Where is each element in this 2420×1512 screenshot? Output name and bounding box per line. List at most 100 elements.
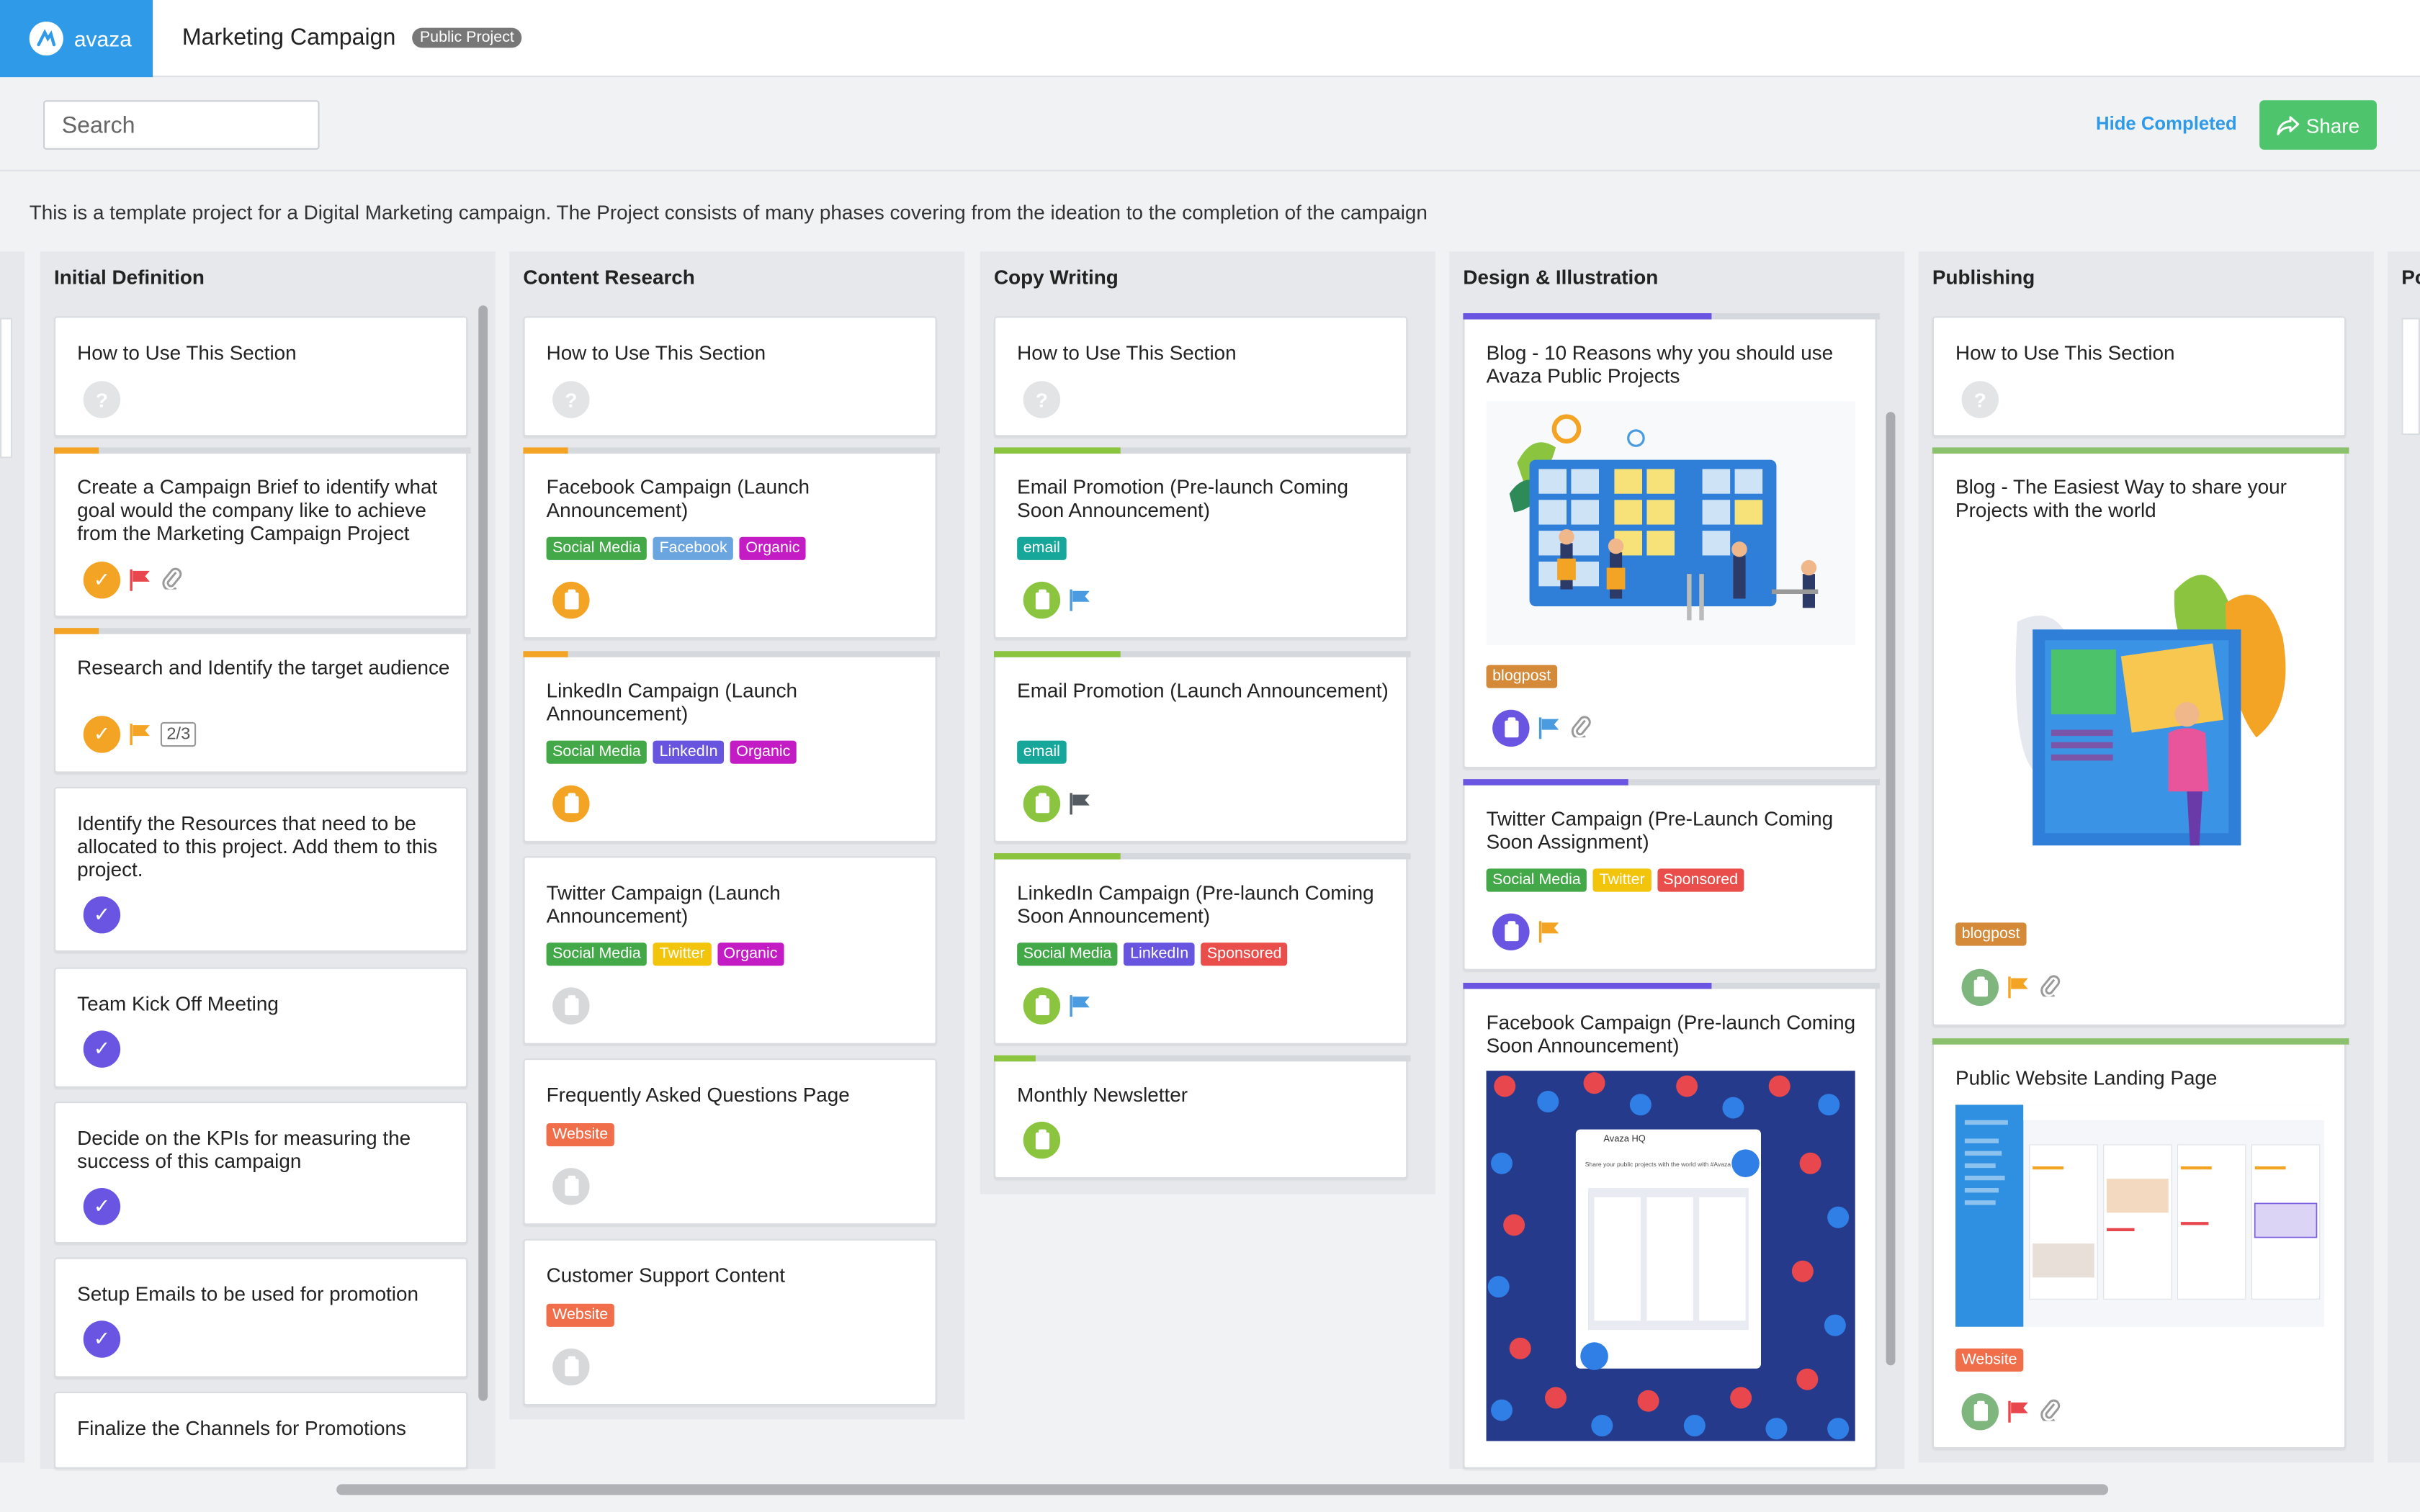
paperclip-icon[interactable]: [2039, 973, 2061, 1002]
task-card[interactable]: Public Website Landing Page Website: [1932, 1038, 2349, 1449]
task-card[interactable]: Twitter Campaign (Pre-Launch Coming Soon…: [1463, 779, 1880, 971]
progress-bar: [994, 1055, 1036, 1062]
check-purple-icon[interactable]: ✓: [83, 896, 121, 934]
horizontal-scrollbar[interactable]: [336, 1484, 2109, 1495]
clipboard-green-icon[interactable]: [1023, 1121, 1061, 1159]
tag-linkedin: LinkedIn: [1124, 942, 1195, 966]
paperclip-icon[interactable]: [161, 566, 182, 594]
task-title: Decide on the KPIs for measuring the suc…: [77, 1126, 411, 1173]
blue-flag-icon[interactable]: [1537, 716, 1561, 740]
task-card[interactable]: Create a Campaign Brief to identify what…: [54, 447, 471, 618]
task-card[interactable]: How to Use This Section ?: [523, 316, 937, 437]
task-title: Facebook Campaign (Launch Announcement): [546, 475, 810, 522]
clipboard-gray-icon[interactable]: [552, 987, 590, 1025]
task-title: Team Kick Off Meeting: [77, 991, 279, 1015]
paperclip-icon[interactable]: [1569, 714, 1591, 742]
task-card[interactable]: Facebook Campaign (Launch Announcement) …: [523, 447, 940, 639]
task-card[interactable]: Finalize the Channels for Promotions: [54, 1391, 468, 1469]
column-content-research: Content Research How to Use This Section…: [509, 251, 965, 1420]
red-flag-icon[interactable]: [2007, 1400, 2031, 1424]
dark-flag-icon[interactable]: [1068, 791, 1093, 816]
task-card[interactable]: How to Use This Section ?: [1932, 316, 2347, 437]
project-title: Marketing Campaign: [182, 24, 396, 51]
task-card[interactable]: Monthly Newsletter: [994, 1055, 1411, 1179]
column-title: Content Research: [523, 265, 695, 289]
orange-flag-icon[interactable]: [1537, 919, 1561, 944]
question-icon[interactable]: ?: [552, 381, 590, 418]
tag-social-media: Social Media: [1017, 942, 1118, 966]
clipboard-purple-icon[interactable]: [1492, 709, 1530, 747]
clipboard-lightgreen-icon[interactable]: [1961, 1392, 1999, 1431]
clipboard-green-icon[interactable]: [1023, 581, 1061, 619]
column-scrollbar[interactable]: [1886, 412, 1896, 1366]
question-icon[interactable]: ?: [1961, 381, 1999, 418]
check-purple-icon[interactable]: ✓: [83, 1320, 121, 1358]
task-card[interactable]: LinkedIn Campaign (Launch Announcement) …: [523, 651, 940, 842]
question-icon[interactable]: ?: [1023, 381, 1061, 418]
clipboard-gray-icon[interactable]: [552, 1348, 590, 1386]
question-icon[interactable]: ?: [83, 381, 121, 418]
check-purple-icon[interactable]: ✓: [83, 1030, 121, 1068]
task-card[interactable]: Twitter Campaign (Launch Announcement) S…: [523, 856, 937, 1045]
progress-bar: [523, 447, 568, 454]
task-title: Twitter Campaign (Pre-Launch Coming Soon…: [1486, 806, 1834, 853]
task-card[interactable]: Facebook Campaign (Pre-launch Coming Soo…: [1463, 983, 1880, 1469]
facebook-reactions-image[interactable]: Avaza HQ Share your public projects with…: [1486, 1071, 1855, 1441]
search-input[interactable]: [43, 100, 320, 150]
column-scrollbar[interactable]: [478, 305, 488, 1401]
column-partial-right: Po: [2388, 251, 2420, 1463]
task-title: Email Promotion (Launch Announcement): [1017, 678, 1389, 702]
blue-flag-icon[interactable]: [1068, 588, 1093, 612]
task-card[interactable]: How to Use This Section ?: [994, 316, 1408, 437]
tag-organic: Organic: [739, 536, 807, 560]
task-card[interactable]: Setup Emails to be used for promotion ✓: [54, 1257, 468, 1378]
tag-social-media: Social Media: [546, 740, 647, 764]
check-purple-icon[interactable]: ✓: [83, 1188, 121, 1225]
tag-twitter: Twitter: [1592, 868, 1652, 892]
red-flag-icon[interactable]: [128, 568, 153, 593]
column-initial-definition: Initial Definition How to Use This Secti…: [40, 251, 496, 1469]
task-card[interactable]: Identify the Resources that need to be a…: [54, 786, 468, 953]
avaza-logo[interactable]: avaza: [0, 0, 153, 78]
paperclip-icon[interactable]: [2039, 1398, 2061, 1426]
task-card[interactable]: LinkedIn Campaign (Pre-launch Coming Soo…: [994, 853, 1411, 1045]
orange-flag-icon[interactable]: [2007, 975, 2031, 999]
column-title: Design & Illustration: [1463, 265, 1659, 289]
app-root: avaza Marketing Campaign Public Project …: [0, 0, 2420, 1512]
check-orange-icon[interactable]: ✓: [83, 562, 121, 599]
share-button[interactable]: Share: [2259, 100, 2377, 150]
task-card[interactable]: Blog - 10 Reasons why you should use Ava…: [1463, 313, 1880, 769]
task-card[interactable]: Decide on the KPIs for measuring the suc…: [54, 1102, 468, 1244]
task-card[interactable]: Team Kick Off Meeting ✓: [54, 967, 468, 1088]
clipboard-green-icon[interactable]: [1023, 785, 1061, 823]
share-icon: [2277, 115, 2300, 135]
progress-bar: [523, 651, 568, 657]
clipboard-purple-icon[interactable]: [1492, 913, 1530, 950]
clipboard-lightgreen-icon[interactable]: [1961, 968, 1999, 1007]
task-card[interactable]: Blog - The Easiest Way to share your Pro…: [1932, 447, 2349, 1026]
tag-sponsored: Sponsored: [1201, 942, 1289, 966]
clipboard-gray-icon[interactable]: [552, 1168, 590, 1205]
clipboard-orange-icon[interactable]: [552, 581, 590, 619]
logo-text: avaza: [73, 26, 132, 51]
tag-email: email: [1017, 536, 1067, 560]
hide-completed-link[interactable]: Hide Completed: [2096, 112, 2237, 134]
blue-flag-icon[interactable]: [1068, 994, 1093, 1018]
task-card[interactable]: Email Promotion (Pre-launch Coming Soon …: [994, 447, 1411, 639]
task-card[interactable]: How to Use This Section ?: [54, 316, 468, 437]
board-person-illustration[interactable]: [1955, 559, 2325, 878]
orange-flag-icon[interactable]: [128, 722, 153, 747]
app-screenshot-image[interactable]: [1955, 1104, 2325, 1327]
kanban-team-illustration[interactable]: [1486, 401, 1855, 645]
clipboard-orange-icon[interactable]: [552, 785, 590, 823]
check-orange-icon[interactable]: ✓: [83, 716, 121, 753]
column-title: Initial Definition: [54, 265, 205, 289]
task-card[interactable]: Customer Support Content Website: [523, 1238, 937, 1406]
clipboard-green-icon[interactable]: [1023, 987, 1061, 1025]
tag-social-media: Social Media: [546, 536, 647, 560]
progress-bar: [1463, 779, 1628, 786]
task-card[interactable]: Email Promotion (Launch Announcement) em…: [994, 651, 1411, 842]
task-card[interactable]: Research and Identify the target audienc…: [54, 628, 471, 773]
task-title: Research and Identify the target audienc…: [77, 655, 450, 679]
task-card[interactable]: Frequently Asked Questions Page Website: [523, 1058, 937, 1225]
